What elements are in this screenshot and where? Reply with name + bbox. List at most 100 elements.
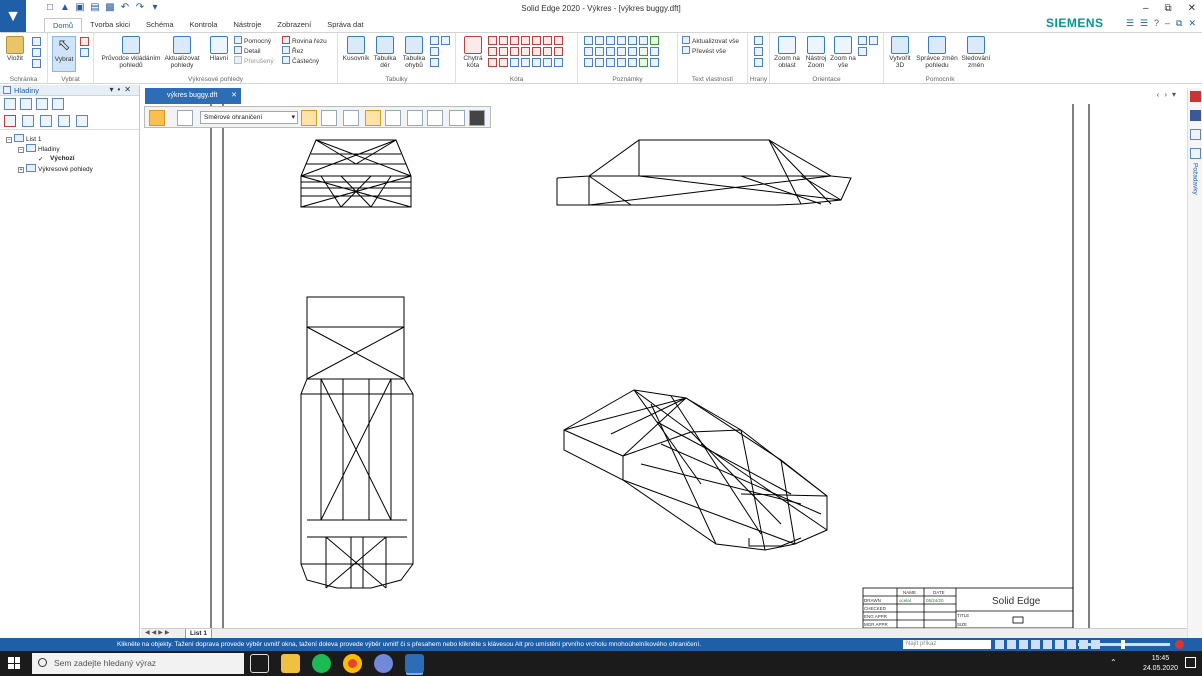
dim-tool-icon[interactable] (554, 47, 563, 56)
paste-button[interactable]: Vložit (4, 36, 26, 62)
zoom-area-button[interactable]: Zoom na oblast (772, 36, 802, 69)
dim-tool-icon[interactable] (510, 47, 519, 56)
selection-mode-dropdown[interactable]: Směrové ohraničení (200, 111, 298, 124)
zoom-in-icon[interactable] (858, 36, 867, 45)
new-layer-icon[interactable] (4, 98, 16, 110)
dim-tool-icon[interactable] (499, 47, 508, 56)
pan-icon[interactable] (995, 640, 1004, 649)
zoom-icon[interactable] (1007, 640, 1016, 649)
chamfer-icon[interactable] (532, 36, 541, 45)
cutting-plane-button[interactable]: Rovina řezu (282, 36, 327, 46)
smart-dimension-button[interactable]: Chytrá kóta (460, 36, 486, 69)
file-explorer-icon[interactable] (281, 654, 300, 673)
requirements-icon[interactable] (1189, 148, 1201, 159)
fit-button[interactable]: Zoom na vše (830, 36, 856, 69)
spotify-icon[interactable] (312, 654, 331, 673)
table-tool-icon[interactable] (430, 58, 439, 67)
detail-view-button[interactable]: Detail (234, 46, 261, 56)
tab-diagram[interactable]: Schéma (138, 18, 182, 32)
discord-icon[interactable] (374, 654, 393, 673)
edge-show-icon[interactable] (754, 58, 763, 67)
distance-icon[interactable] (488, 36, 497, 45)
accept-icon[interactable] (449, 110, 465, 126)
annotation-tool-icon[interactable] (617, 58, 626, 67)
close-tab-icon[interactable]: ✕ (231, 88, 237, 104)
text-icon[interactable] (606, 47, 615, 56)
zoom-out-icon[interactable] (858, 47, 867, 56)
select-overlap-icon[interactable] (321, 110, 337, 126)
collapse-icon[interactable]: – (6, 137, 12, 143)
angle-icon[interactable] (499, 36, 508, 45)
datum-icon[interactable] (628, 36, 637, 45)
youtube-icon[interactable] (1189, 91, 1201, 102)
background-icon[interactable] (1067, 640, 1076, 649)
bend-table-button[interactable]: Tabulka ohybů (400, 36, 428, 69)
layer-help-icon[interactable] (52, 98, 64, 110)
dim-tool-icon[interactable] (488, 47, 497, 56)
feature-control-icon[interactable] (617, 36, 626, 45)
annotation-tool-icon[interactable] (595, 58, 604, 67)
center-mark-icon[interactable] (639, 47, 648, 56)
edge-hide-icon[interactable] (754, 47, 763, 56)
callout-icon[interactable] (595, 36, 604, 45)
dim-tool-icon[interactable] (499, 58, 508, 67)
annotation-tool-icon[interactable] (606, 58, 615, 67)
tab-sketch[interactable]: Tvorba skici (82, 18, 138, 32)
pan-icon[interactable] (869, 36, 878, 45)
delete-layer-icon[interactable] (4, 115, 16, 127)
windows-start-icon[interactable] (8, 657, 20, 669)
coordinate-icon[interactable] (510, 36, 519, 45)
table-tool-icon[interactable] (430, 47, 439, 56)
select-tools-icon[interactable] (80, 48, 89, 57)
tab-inspect[interactable]: Kontrola (182, 18, 226, 32)
bolt-hole-icon[interactable] (650, 47, 659, 56)
close-command-icon[interactable] (469, 110, 485, 126)
restore-doc-icon[interactable]: ⧉ (1176, 18, 1182, 29)
taskbar-search-input[interactable]: Sem zadejte hledaný výraz (32, 653, 244, 674)
symmetric-icon[interactable] (521, 36, 530, 45)
parts-list-button[interactable]: Kusovník (340, 36, 372, 62)
notification-icon[interactable] (1185, 657, 1196, 668)
document-tab[interactable]: výkres buggy.dft ✕ (145, 88, 241, 104)
symbol-icon[interactable] (628, 47, 637, 56)
view-change-manager-button[interactable]: Správce změn pohledu (914, 36, 960, 69)
auxiliary-view-button[interactable]: Pomocný (234, 36, 271, 46)
centerline-icon[interactable] (650, 36, 659, 45)
minimize-ribbon-icon[interactable]: – (1165, 18, 1170, 29)
panel-controls[interactable]: ▾•✕ (109, 85, 135, 94)
tree-item-layers[interactable]: – Hladiny (2, 144, 137, 154)
dim-tool-icon[interactable] (521, 47, 530, 56)
layout-icon[interactable]: ☰ (1126, 18, 1134, 29)
dim-style-icon[interactable] (543, 36, 552, 45)
cut-icon[interactable] (32, 37, 41, 46)
layer-view-icon[interactable] (36, 98, 48, 110)
stop-icon[interactable] (1175, 640, 1184, 649)
chrome-icon[interactable] (343, 654, 362, 673)
balloon-icon[interactable] (606, 36, 615, 45)
select-options-icon[interactable] (177, 110, 193, 126)
select-tool-icon[interactable] (149, 110, 165, 126)
drawing-canvas[interactable]: NAME DATE DRAWN CHECKED ENG APPR MGR APP… (141, 104, 1187, 628)
tree-item-default-layer[interactable]: ✓ Výchozí (2, 154, 137, 164)
properties-icon[interactable] (1189, 129, 1201, 140)
dim-tool-icon[interactable] (521, 58, 530, 67)
annotation-tool-icon[interactable] (639, 58, 648, 67)
tab-tools[interactable]: Nástroje (225, 18, 269, 32)
tab-view[interactable]: Zobrazení (269, 18, 319, 32)
partial-view-button[interactable]: Částečný (282, 56, 319, 66)
minimize-icon[interactable]: – (1143, 3, 1149, 14)
zoom-tool-button[interactable]: Nástroj Zoom (802, 36, 830, 69)
sheet-view-icon[interactable] (1055, 640, 1064, 649)
layer-settings-icon[interactable] (76, 115, 88, 127)
hole-table-button[interactable]: Tabulka děr (372, 36, 398, 69)
create-3d-button[interactable]: Vytvořit 3D (886, 36, 914, 69)
expand-icon[interactable]: + (18, 167, 24, 173)
dim-tool-icon[interactable] (543, 58, 552, 67)
select-check-icon[interactable] (343, 110, 359, 126)
dim-tool-icon[interactable] (554, 58, 563, 67)
tab-home[interactable]: Domů (44, 18, 83, 32)
surface-texture-icon[interactable] (639, 36, 648, 45)
hide-layer-icon[interactable] (40, 115, 52, 127)
dim-tool-icon[interactable] (488, 58, 497, 67)
sheet-nav-arrows[interactable]: ◀◀▶▶ (145, 629, 171, 636)
